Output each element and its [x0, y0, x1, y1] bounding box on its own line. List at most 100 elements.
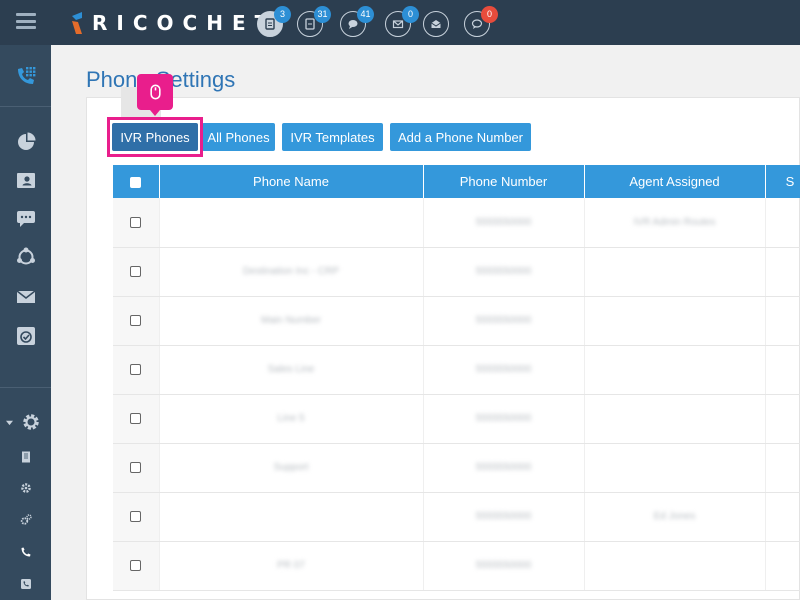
phone-number-cell[interactable]: 5555550000 [423, 443, 585, 493]
phone-name-cell[interactable]: Main Number [159, 296, 424, 346]
messages-button[interactable]: 0 [464, 6, 498, 37]
sidebar-item-tasks[interactable] [0, 321, 51, 351]
phone-number-cell[interactable]: 5555550000 [423, 345, 585, 395]
table-row[interactable]: 5555550000 Ed Jones [113, 492, 800, 542]
hamburger-menu-icon[interactable] [16, 13, 36, 29]
app-logo[interactable]: RICOCHET 360 [70, 10, 286, 36]
phone-number-cell[interactable]: 5555550000 [423, 541, 585, 591]
table-row[interactable]: Line 5 5555550000 [113, 394, 800, 444]
sidebar-item-documents[interactable] [0, 447, 51, 467]
sidebar-item-general-settings[interactable] [0, 478, 51, 498]
message-icon [471, 19, 483, 29]
column-header-s[interactable]: S [765, 165, 800, 198]
select-all-checkbox[interactable] [130, 177, 142, 189]
phones-table: Phone Name Phone Number Agent Assigned S… [113, 165, 800, 591]
phone-number-cell[interactable]: 5555550000 [423, 247, 585, 297]
agent-assigned-cell[interactable]: IVR Admin Routes [584, 198, 766, 248]
agent-assigned-cell[interactable] [584, 247, 766, 297]
phone-name-text: PR 07 [277, 560, 305, 571]
gears-icon [20, 514, 32, 525]
sidebar-item-settings[interactable] [0, 407, 51, 437]
sidebar-item-reports[interactable] [0, 127, 51, 157]
files-button[interactable]: 31 [297, 6, 331, 37]
phone-number-cell[interactable]: 5555550000 [423, 198, 585, 248]
table-row[interactable]: PR 07 5555550000 [113, 541, 800, 591]
chats-button[interactable]: 41 [340, 6, 374, 37]
row-checkbox[interactable] [130, 461, 142, 473]
phone-name-cell[interactable]: Line 5 [159, 394, 424, 444]
mail-button[interactable]: 0 [385, 6, 419, 37]
chat-icon [16, 211, 35, 227]
phone-number-text: 5555550000 [475, 266, 532, 277]
mouse-click-indicator [137, 74, 173, 116]
column-header-phone-number[interactable]: Phone Number [423, 165, 585, 198]
agent-assigned-cell[interactable] [584, 443, 766, 493]
phone-name-cell[interactable]: Support [159, 443, 424, 493]
ivr-templates-button[interactable]: IVR Templates [282, 123, 383, 151]
phone-name-cell[interactable] [159, 492, 424, 542]
table-row[interactable]: Destination Inc - CRP 5555550000 [113, 247, 800, 297]
sidebar-item-contacts[interactable] [0, 165, 51, 195]
network-icon [16, 247, 35, 265]
sidebar-item-advanced-settings[interactable] [0, 510, 51, 530]
phone-number-text: 5555550000 [475, 315, 532, 326]
agent-assigned-cell[interactable] [584, 345, 766, 395]
row-select-cell [113, 247, 160, 297]
phone-name-text: Line 5 [277, 413, 305, 424]
row-checkbox[interactable] [130, 314, 142, 326]
phone-name-cell[interactable]: PR 07 [159, 541, 424, 591]
column-header-phone-name[interactable]: Phone Name [159, 165, 424, 198]
phone-number-cell[interactable]: 5555550000 [423, 296, 585, 346]
status-cell [765, 443, 800, 493]
row-checkbox[interactable] [130, 216, 142, 228]
row-checkbox[interactable] [130, 559, 142, 571]
table-row[interactable]: Support 5555550000 [113, 443, 800, 493]
sidebar-item-phone-book[interactable] [0, 574, 51, 594]
table-row[interactable]: 5555550000 IVR Admin Routes [113, 198, 800, 248]
documents-button[interactable]: 3 [257, 6, 291, 37]
phone-name-cell[interactable]: Destination Inc - CRP [159, 247, 424, 297]
table-row[interactable]: Sales Line 5555550000 [113, 345, 800, 395]
phone-number-text: 5555550000 [475, 413, 532, 424]
status-cell [765, 296, 800, 346]
phone-number-cell[interactable]: 5555550000 [423, 394, 585, 444]
row-select-cell [113, 541, 160, 591]
sidebar-item-phone[interactable] [0, 45, 51, 107]
contacts-icon [16, 173, 35, 188]
agent-assigned-cell[interactable] [584, 394, 766, 444]
agent-assigned-text: IVR Admin Routes [633, 216, 716, 228]
column-header-agent-assigned[interactable]: Agent Assigned [584, 165, 766, 198]
sidebar-item-chat[interactable] [0, 203, 51, 233]
phone-number-text: 5555550000 [475, 462, 532, 473]
all-phones-button[interactable]: All Phones [202, 123, 275, 151]
mail-icon [16, 290, 35, 303]
sidebar-item-network[interactable] [0, 242, 51, 272]
phone-name-text: Destination Inc - CRP [242, 266, 340, 277]
phone-number-text: 5555550000 [475, 560, 532, 571]
agent-assigned-cell[interactable] [584, 296, 766, 346]
agent-assigned-cell[interactable]: Ed Jones [584, 492, 766, 542]
row-checkbox[interactable] [130, 412, 142, 424]
agent-assigned-cell[interactable] [584, 541, 766, 591]
row-checkbox[interactable] [130, 363, 142, 375]
phone-name-cell[interactable] [159, 198, 424, 248]
phone-number-text: 5555550000 [475, 216, 532, 228]
phone-number-cell[interactable]: 5555550000 [423, 492, 585, 542]
sidebar-item-email[interactable] [0, 282, 51, 312]
row-select-cell [113, 492, 160, 542]
phone-name-text: Main Number [260, 315, 322, 326]
phone-name-cell[interactable]: Sales Line [159, 345, 424, 395]
status-cell [765, 541, 800, 591]
phone-name-text: Support [273, 462, 309, 473]
table-row[interactable]: Main Number 5555550000 [113, 296, 800, 346]
mail-count-badge: 0 [402, 6, 419, 23]
row-checkbox[interactable] [130, 265, 142, 277]
open-mail-button[interactable] [423, 11, 449, 37]
gear-icon [22, 414, 39, 430]
documents-count-badge: 3 [274, 6, 291, 23]
brand-text: RICOCHET [92, 11, 278, 35]
phone-number-text: 5555550000 [475, 364, 532, 375]
sidebar-item-phone-settings[interactable] [0, 542, 51, 562]
add-phone-number-button[interactable]: Add a Phone Number [390, 123, 531, 151]
row-checkbox[interactable] [130, 510, 142, 522]
